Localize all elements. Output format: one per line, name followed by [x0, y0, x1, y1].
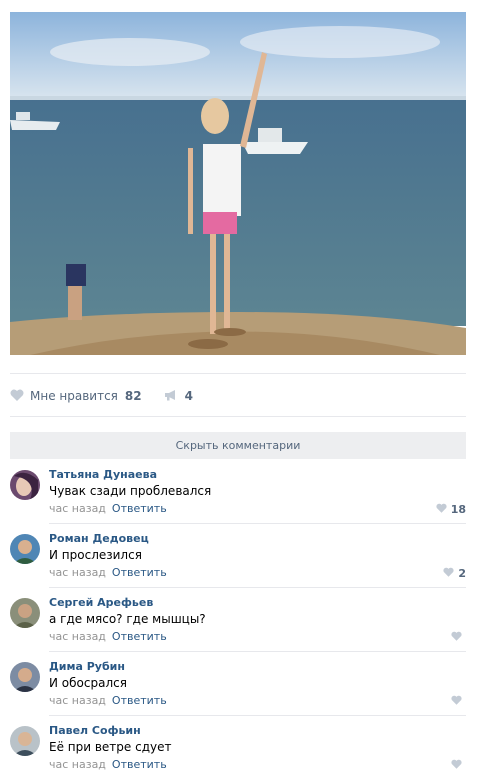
comment-author[interactable]: Павел Софьин — [49, 724, 141, 737]
megaphone-icon — [164, 389, 178, 404]
comment-author[interactable]: Татьяна Дунаева — [49, 468, 157, 481]
avatar[interactable] — [10, 534, 40, 564]
comment-like-count: 2 — [458, 566, 466, 580]
comment-like-count: 18 — [450, 502, 466, 516]
comment-text: Её при ветре сдует — [49, 740, 172, 754]
avatar[interactable] — [10, 726, 40, 756]
heart-icon — [451, 630, 462, 644]
comment-item: Сергей Арефьев а где мясо? где мышцы? ча… — [10, 588, 466, 652]
share-button[interactable]: 4 — [164, 389, 193, 404]
comment-item: Татьяна Дунаева Чувак сзади проблевался … — [10, 460, 466, 524]
comment-meta: час назад Ответить — [49, 630, 167, 643]
comment-meta: час назад Ответить — [49, 566, 167, 579]
reply-button[interactable]: Ответить — [112, 502, 167, 515]
comment-author[interactable]: Дима Рубин — [49, 660, 125, 673]
share-count: 4 — [184, 389, 193, 403]
comment-time[interactable]: час назад — [49, 502, 106, 515]
reply-button[interactable]: Ответить — [112, 630, 167, 643]
comment-meta: час назад Ответить — [49, 502, 167, 515]
heart-icon — [436, 502, 447, 516]
heart-icon — [451, 694, 462, 708]
heart-icon — [451, 758, 462, 772]
comment-time[interactable]: час назад — [49, 758, 106, 771]
comment-time[interactable]: час назад — [49, 630, 106, 643]
heart-icon — [10, 389, 24, 404]
comment-text: Чувак сзади проблевался — [49, 484, 212, 498]
reply-button[interactable]: Ответить — [112, 694, 167, 707]
post-photo[interactable] — [10, 12, 466, 355]
comment-meta: час назад Ответить — [49, 758, 167, 771]
comment-text: И прослезился — [49, 548, 142, 562]
comment-like-button[interactable] — [451, 758, 466, 772]
avatar[interactable] — [10, 470, 40, 500]
divider — [10, 416, 466, 417]
comment-time[interactable]: час назад — [49, 694, 106, 707]
like-button[interactable]: Мне нравится 82 — [10, 389, 142, 404]
hide-comments-button[interactable]: Скрыть комментарии — [10, 432, 466, 459]
avatar[interactable] — [10, 598, 40, 628]
comment-item: Роман Дедовец И прослезился час назад Отв… — [10, 524, 466, 588]
comment-like-button[interactable] — [451, 630, 466, 644]
post-actions: Мне нравится 82 4 — [10, 386, 193, 406]
comment-like-button[interactable] — [451, 694, 466, 708]
heart-icon — [443, 566, 454, 580]
like-label: Мне нравится — [30, 389, 118, 403]
comment-time[interactable]: час назад — [49, 566, 106, 579]
comment-like-button[interactable]: 2 — [443, 566, 466, 580]
comment-text: И обосрался — [49, 676, 127, 690]
reply-button[interactable]: Ответить — [112, 566, 167, 579]
comment-item: Павел Софьин Её при ветре сдует час наза… — [10, 716, 466, 780]
comment-item: Дима Рубин И обосрался час назад Ответить — [10, 652, 466, 716]
like-count: 82 — [124, 389, 142, 403]
comment-like-button[interactable]: 18 — [436, 502, 466, 516]
avatar[interactable] — [10, 662, 40, 692]
divider — [10, 373, 466, 374]
comment-meta: час назад Ответить — [49, 694, 167, 707]
comment-author[interactable]: Сергей Арефьев — [49, 596, 153, 609]
comment-author[interactable]: Роман Дедовец — [49, 532, 149, 545]
comment-text: а где мясо? где мышцы? — [49, 612, 206, 626]
reply-button[interactable]: Ответить — [112, 758, 167, 771]
